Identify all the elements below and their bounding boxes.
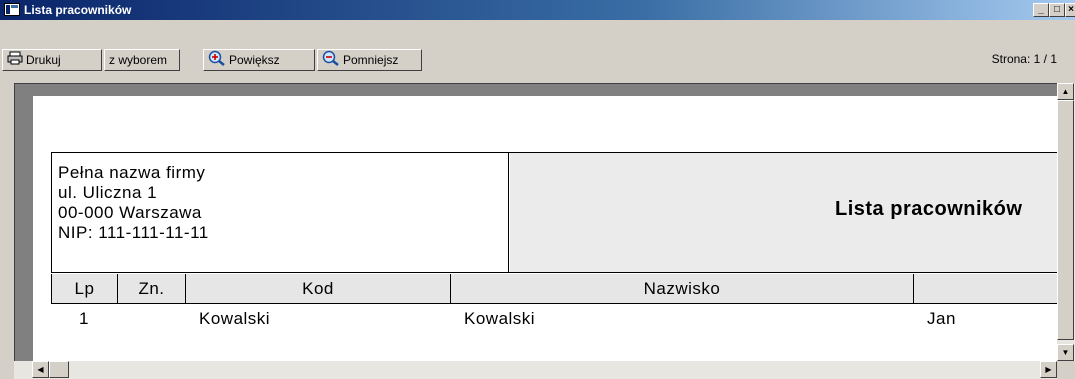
zoom-out-button[interactable]: Pomniejsz: [317, 49, 422, 71]
select-print-button-label: z wyborem: [109, 53, 168, 67]
cell-lp: 1: [79, 309, 89, 328]
scroll-down-button[interactable]: ▼: [1057, 344, 1074, 361]
scroll-right-button[interactable]: ▶: [1040, 361, 1057, 378]
company-info: Pełna nazwa firmy ul. Uliczna 1 00-000 W…: [52, 153, 509, 272]
print-button-label: Drukuj: [26, 53, 61, 67]
horizontal-scroll-thumb[interactable]: [49, 361, 69, 378]
select-print-button[interactable]: z wyborem: [104, 49, 180, 71]
scroll-up-button[interactable]: ▲: [1057, 83, 1074, 100]
preview-frame-left: [0, 83, 14, 361]
cell-kod: Kowalski: [199, 309, 271, 328]
cell-zn: [117, 305, 185, 333]
zoom-in-icon: [208, 50, 226, 72]
table-header: Lp Zn. Kod Nazwisko: [51, 274, 1058, 304]
column-header-zn: Zn.: [118, 274, 186, 303]
column-header-nazwisko: Nazwisko: [451, 274, 914, 303]
close-button[interactable]: ×: [1065, 3, 1075, 17]
zoom-out-icon: [322, 50, 340, 72]
report-title: Lista pracowników: [835, 198, 1023, 220]
company-city: 00-000 Warszawa: [58, 203, 202, 222]
scrollbar-corner: [1057, 361, 1075, 379]
print-button[interactable]: Drukuj: [2, 49, 102, 71]
window-title: Lista pracowników: [24, 3, 132, 17]
cell-nazwisko: Kowalski: [464, 309, 536, 328]
cell-imie: Jan: [927, 309, 956, 328]
zoom-in-button[interactable]: Powiększ: [203, 49, 315, 71]
vertical-scrollbar[interactable]: ▲ ▼: [1057, 83, 1075, 361]
column-header-kod: Kod: [186, 274, 451, 303]
printer-icon: [7, 51, 23, 71]
report-header: Pełna nazwa firmy ul. Uliczna 1 00-000 W…: [51, 152, 1058, 273]
horizontal-scrollbar[interactable]: ◀ ▶: [14, 361, 1057, 379]
title-bar: Lista pracowników _ □ ×: [0, 0, 1075, 20]
column-header-imie: [914, 274, 1058, 303]
vertical-scroll-thumb[interactable]: [1057, 100, 1074, 340]
zoom-in-button-label: Powiększ: [229, 53, 280, 68]
minimize-button[interactable]: _: [1033, 3, 1049, 17]
scroll-left-button[interactable]: ◀: [32, 361, 49, 378]
company-name: Pełna nazwa firmy: [58, 163, 206, 182]
table-row: 1 Kowalski Kowalski Jan: [51, 305, 1058, 333]
report-title-box: Lista pracowników: [510, 153, 1058, 272]
page-indicator: Strona: 1 / 1: [991, 52, 1057, 66]
maximize-button[interactable]: □: [1049, 3, 1065, 17]
company-street: ul. Uliczna 1: [58, 183, 158, 202]
company-nip: NIP: 111-111-11-11: [58, 223, 209, 242]
print-preview-area: Pełna nazwa firmy ul. Uliczna 1 00-000 W…: [14, 83, 1058, 362]
column-header-lp: Lp: [52, 274, 118, 303]
window-icon: [4, 3, 20, 16]
zoom-out-button-label: Pomniejsz: [343, 53, 399, 68]
